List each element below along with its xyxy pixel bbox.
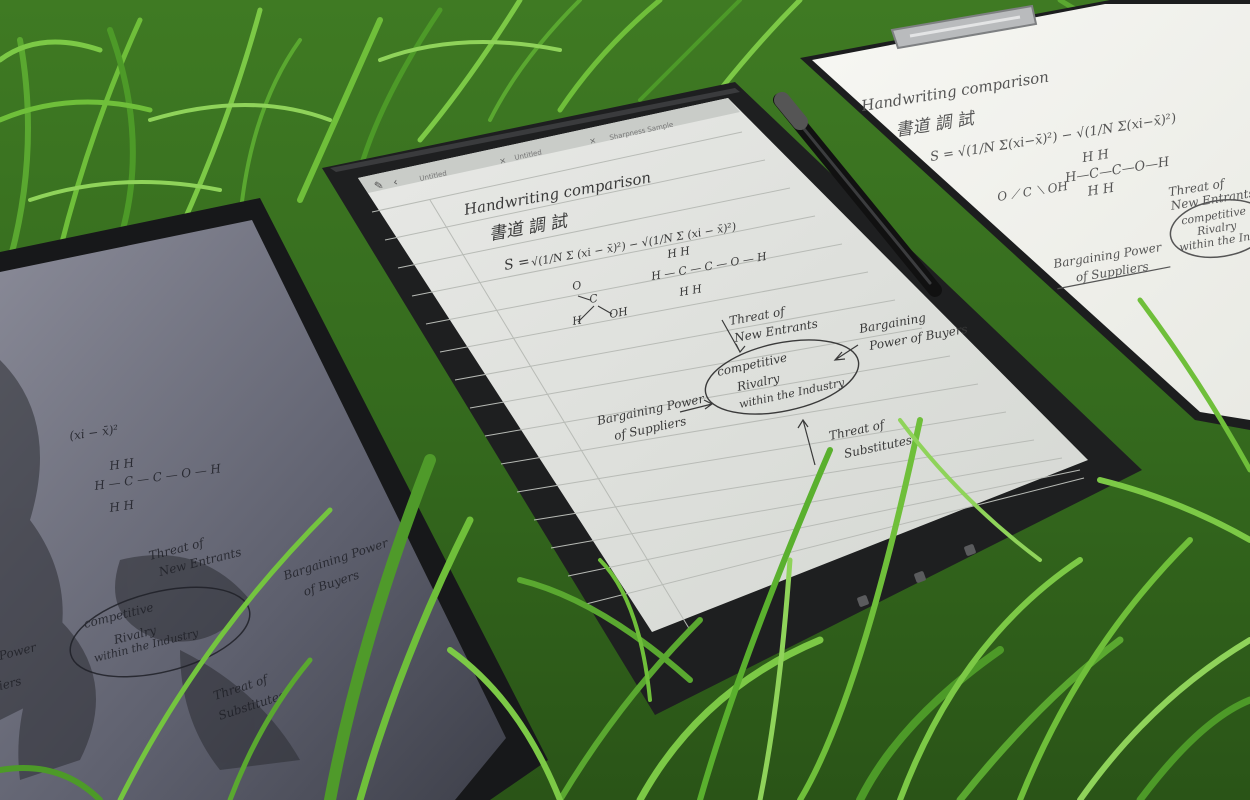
scene: Handwriting comparison 書道 調 試 S = √(1/N … bbox=[0, 0, 1250, 800]
